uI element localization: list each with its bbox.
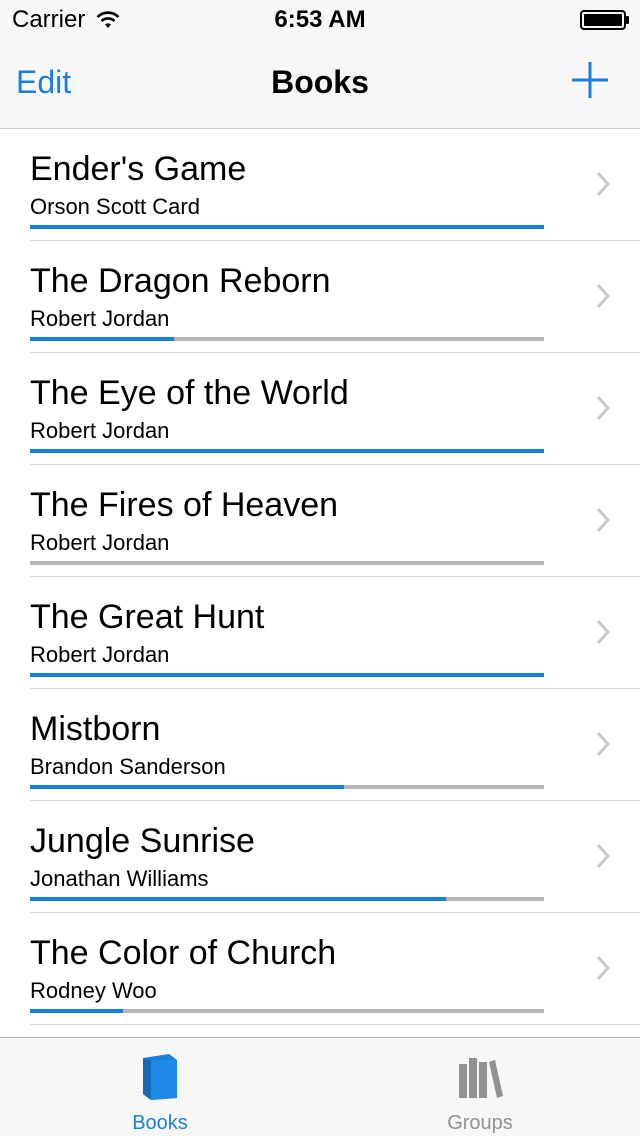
navigation-bar: Edit Books: [0, 40, 640, 129]
chevron-right-icon: [596, 731, 610, 757]
book-title: The Color of Church: [30, 934, 337, 972]
book-row[interactable]: Mistborn Brandon Sanderson: [30, 689, 640, 801]
reading-progress-bar: [30, 449, 544, 453]
reading-progress-bar: [30, 225, 544, 229]
book-author: Orson Scott Card: [30, 194, 200, 219]
book-author: Jonathan Williams: [30, 866, 209, 891]
status-time: 6:53 AM: [274, 6, 366, 33]
book-title: The Fires of Heaven: [30, 486, 339, 524]
book-row[interactable]: The Great Hunt Robert Jordan: [30, 577, 640, 689]
book-title: Ender's Game: [30, 150, 247, 188]
tab-bar: Books Groups: [0, 1037, 640, 1136]
book-author: Robert Jordan: [30, 306, 170, 331]
reading-progress-fill: [30, 225, 544, 229]
reading-progress-bar: [30, 337, 544, 341]
book-author: Robert Jordan: [30, 418, 170, 443]
book-title: Mistborn: [30, 710, 161, 748]
reading-progress-fill: [30, 897, 447, 901]
book-author: Robert Jordan: [30, 530, 170, 555]
tab-groups[interactable]: Groups: [320, 1038, 640, 1136]
chevron-right-icon: [596, 619, 610, 645]
reading-progress-bar: [30, 1009, 544, 1013]
book-row[interactable]: The Fires of Heaven Robert Jordan: [30, 465, 640, 577]
chevron-right-icon: [596, 843, 610, 869]
plus-icon[interactable]: [570, 60, 610, 100]
battery-icon: [580, 10, 629, 30]
book-icon: [143, 1054, 177, 1100]
tab-books[interactable]: Books: [0, 1038, 320, 1136]
book-row[interactable]: Jungle Sunrise Jonathan Williams: [30, 801, 640, 913]
reading-progress-fill: [30, 673, 544, 677]
reading-progress-fill: [30, 337, 174, 341]
chevron-right-icon: [596, 171, 610, 197]
book-title: The Eye of the World: [30, 374, 349, 412]
book-title: The Dragon Reborn: [30, 262, 331, 300]
chevron-right-icon: [596, 955, 610, 981]
book-title: The Great Hunt: [30, 598, 265, 636]
shelf-books-icon: [459, 1058, 503, 1098]
status-bar: Carrier 6:53 AM: [0, 0, 640, 40]
book-author: Robert Jordan: [30, 642, 170, 667]
chevron-right-icon: [596, 283, 610, 309]
reading-progress-bar: [30, 673, 544, 677]
chevron-right-icon: [596, 507, 610, 533]
book-author: Brandon Sanderson: [30, 754, 226, 779]
reading-progress-bar: [30, 897, 544, 901]
reading-progress-fill: [30, 449, 544, 453]
reading-progress-bar: [30, 561, 544, 565]
book-row[interactable]: The Color of Church Rodney Woo: [30, 913, 640, 1025]
tab-books-label: Books: [132, 1112, 188, 1134]
tab-groups-label: Groups: [447, 1112, 513, 1134]
book-list: Ender's Game Orson Scott Card The Dragon R…: [0, 129, 640, 1037]
book-author: Rodney Woo: [30, 978, 157, 1003]
page-title: Books: [271, 64, 369, 100]
book-row[interactable]: The Eye of the World Robert Jordan: [30, 353, 640, 465]
book-row[interactable]: The Dragon Reborn Robert Jordan: [30, 241, 640, 353]
book-title: Jungle Sunrise: [30, 822, 255, 860]
reading-progress-bar: [30, 785, 544, 789]
chevron-right-icon: [596, 395, 610, 421]
book-row[interactable]: Ender's Game Orson Scott Card: [30, 129, 640, 241]
reading-progress-fill: [30, 785, 344, 789]
reading-progress-fill: [30, 1009, 123, 1013]
screen: Carrier 6:53 AM Edit Books Ender's Game O…: [0, 0, 640, 1136]
